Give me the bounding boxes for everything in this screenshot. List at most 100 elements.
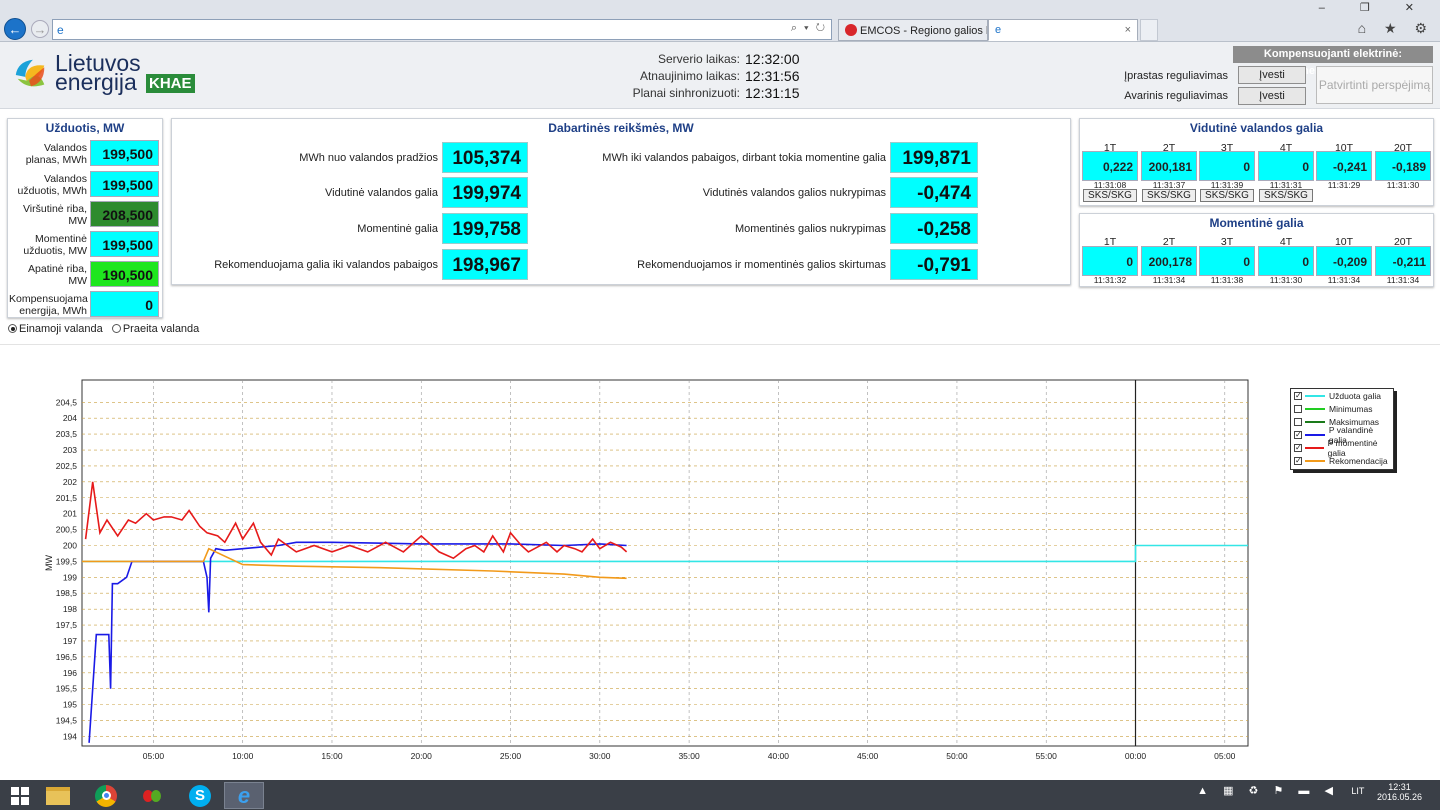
x-tick-label: 50:00: [946, 751, 968, 761]
current-right-label: Momentinės galios nukrypimas: [734, 223, 886, 235]
clock-date: 2016.05.26: [1376, 792, 1422, 802]
legend-item[interactable]: Minimumas: [1291, 402, 1393, 415]
radio-previous-label: Praeita valanda: [122, 323, 200, 335]
y-tick-label: 198: [63, 604, 77, 614]
legend-checkbox[interactable]: ✓: [1294, 430, 1302, 439]
y-tick-label: 201,5: [56, 493, 78, 503]
y-tick-label: 201: [63, 509, 77, 519]
legend-item[interactable]: ✓ Užduota galia: [1291, 389, 1393, 402]
task-row-label: Valandos užduotis, MWh: [17, 173, 87, 197]
y-tick-label: 194,5: [56, 716, 78, 726]
radio-previous-hour[interactable]: Praeita valanda: [111, 323, 200, 335]
sks-skg-button[interactable]: SKS/SKG: [1200, 189, 1254, 202]
legend-checkbox[interactable]: [1294, 404, 1302, 413]
confirm-warning-button[interactable]: Patvirtinti perspėjimą: [1316, 66, 1433, 104]
tab-current[interactable]: e ×: [988, 19, 1138, 41]
emergency-regulation-label: Avarinis reguliavimas: [1124, 90, 1228, 102]
y-tick-label: 199,5: [56, 556, 78, 566]
tab-emcos[interactable]: EMCOS - Regiono galios balan...: [838, 19, 988, 41]
legend-checkbox[interactable]: ✓: [1294, 443, 1302, 452]
power-chart: 204,5 204 203,5 203 202,5 202 201,5 201 200,5 200…: [44, 379, 1249, 761]
fruit-app-icon[interactable]: [132, 782, 172, 809]
radio-unchecked-icon[interactable]: [111, 324, 121, 333]
mom-col-value: -0,211: [1375, 246, 1431, 276]
x-tick-label: 10:00: [232, 751, 254, 761]
y-tick-label: 196,5: [56, 652, 78, 662]
current-left-label: Rekomenduojama galia iki valandos pabaig…: [214, 259, 438, 271]
system-tray[interactable]: ▲ ▦ ♻ ⚑ ▬ ◀ LIT 12:31 2016.05.26: [1197, 782, 1436, 802]
task-row-label: Apatinė riba, MW: [28, 263, 87, 287]
emcos-icon: [845, 24, 857, 36]
address-tools[interactable]: ⌕ ▾ ↻: [791, 22, 827, 35]
current-right-value: 199,871: [890, 142, 978, 173]
internet-explorer-icon[interactable]: e: [224, 782, 264, 809]
task-row-value: 199,500: [90, 140, 159, 166]
legend-checkbox[interactable]: ✓: [1294, 456, 1302, 465]
sks-skg-button[interactable]: SKS/SKG: [1083, 189, 1137, 202]
y-tick-label: 204,5: [56, 397, 78, 407]
legend-label: Minimumas: [1329, 403, 1373, 414]
task-row-value: 208,500: [90, 201, 159, 227]
mom-col-value: 0: [1199, 246, 1255, 276]
legend-checkbox[interactable]: [1294, 417, 1302, 426]
current-left-label: MWh nuo valandos pradžios: [299, 152, 438, 164]
legend-item[interactable]: ✓ Rekomendacija: [1291, 454, 1393, 467]
x-tick-label: 35:00: [678, 751, 700, 761]
legend-swatch: [1305, 407, 1325, 410]
ie-icon: e: [57, 23, 64, 37]
mom-col-time: 11:31:30: [1269, 275, 1303, 285]
avg-col-time: 11:31:29: [1327, 180, 1361, 190]
y-tick-label: 195: [63, 700, 77, 710]
current-values-title: Dabartinės reikšmės, MW: [548, 121, 694, 135]
language-indicator[interactable]: LIT: [1351, 786, 1364, 796]
legend-swatch: [1305, 420, 1325, 423]
back-button[interactable]: ←: [4, 18, 26, 40]
avg-col-value: -0,189: [1375, 151, 1431, 181]
sks-skg-button[interactable]: SKS/SKG: [1259, 189, 1313, 202]
browser-tools[interactable]: ⌂ ★ ⚙: [1358, 20, 1434, 37]
hour-selector: Einamoji valanda Praeita valanda: [8, 323, 199, 335]
sks-skg-button[interactable]: SKS/SKG: [1142, 189, 1196, 202]
mom-col-time: 11:31:38: [1210, 275, 1244, 285]
task-row-label: Kompensuojama energija, MWh: [9, 293, 88, 317]
normal-regulation-enter-button[interactable]: Įvesti: [1238, 66, 1306, 84]
y-tick-label: 203,5: [56, 429, 78, 439]
tray-icons[interactable]: ▲ ▦ ♻ ⚑ ▬ ◀: [1197, 785, 1339, 797]
windows-start-icon[interactable]: [0, 782, 40, 809]
close-icon[interactable]: ×: [1125, 24, 1131, 36]
radio-checked-icon[interactable]: [8, 324, 17, 333]
task-row-label: Viršutinė riba, MW: [22, 203, 87, 227]
unit-badge: KHAE: [146, 74, 195, 93]
chrome-icon[interactable]: [86, 782, 126, 809]
legend-item[interactable]: ✓ P momentinė galia: [1291, 438, 1393, 458]
x-tick-label: 40:00: [768, 751, 790, 761]
y-tick-label: 203: [63, 445, 77, 455]
y-tick-label: 204: [63, 413, 77, 423]
x-tick-label: 15:00: [321, 751, 343, 761]
emergency-regulation-enter-button[interactable]: Įvesti: [1238, 87, 1306, 105]
legend-checkbox[interactable]: ✓: [1294, 391, 1302, 400]
current-right-value: -0,258: [890, 213, 978, 244]
legend-swatch: [1305, 433, 1325, 436]
x-tick-label: 05:00: [1214, 751, 1236, 761]
legend-swatch: [1305, 459, 1325, 462]
current-left-label: Vidutinė valandos galia: [325, 187, 438, 199]
new-tab-button[interactable]: [1140, 19, 1158, 41]
address-bar[interactable]: e ⌕ ▾ ↻: [52, 19, 832, 40]
x-tick-label: 30:00: [589, 751, 611, 761]
sync-time-label: Planai sinhronizuoti:: [632, 86, 740, 100]
avg-col-time: 11:31:30: [1386, 180, 1420, 190]
update-time-value: 12:31:56: [745, 68, 800, 84]
legend-label: P momentinė galia: [1327, 437, 1378, 458]
window-controls[interactable]: – ❐ ✕: [1319, 1, 1430, 14]
current-right-label: MWh iki valandos pabaigos, dirbant tokia…: [602, 152, 886, 164]
file-explorer-icon[interactable]: [38, 782, 78, 809]
radio-current-hour[interactable]: Einamoji valanda: [8, 323, 103, 335]
current-left-value: 105,374: [442, 142, 528, 173]
y-tick-label: 195,5: [56, 684, 78, 694]
clock[interactable]: 12:31 2016.05.26: [1377, 782, 1422, 802]
x-tick-label: 00:00: [1125, 751, 1147, 761]
forward-button[interactable]: →: [31, 20, 49, 38]
avg-col-value: 0: [1258, 151, 1314, 181]
skype-icon[interactable]: S: [180, 782, 220, 809]
